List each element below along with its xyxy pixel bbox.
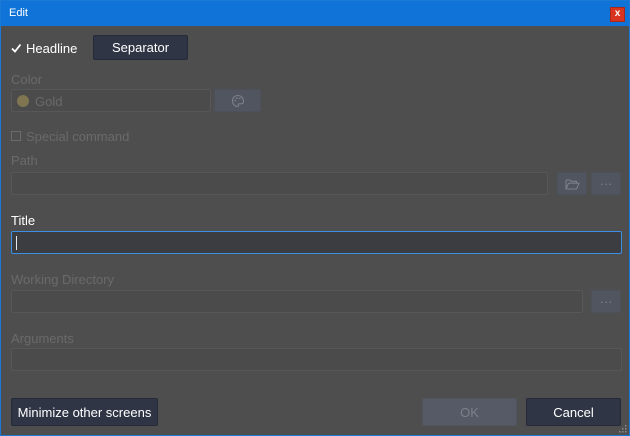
dialog-content: Headline Separator Color Gold Special co… bbox=[1, 26, 629, 435]
headline-checkbox[interactable] bbox=[11, 43, 22, 53]
special-command-label[interactable]: Special command bbox=[26, 129, 129, 144]
checkmark-icon bbox=[11, 43, 22, 53]
path-more-button[interactable]: ··· bbox=[591, 172, 621, 195]
ellipsis-icon: ··· bbox=[599, 176, 613, 191]
cancel-button[interactable]: Cancel bbox=[526, 398, 621, 426]
resize-grip-icon[interactable] bbox=[618, 424, 627, 433]
separator-button[interactable]: Separator bbox=[93, 35, 188, 60]
ellipsis-icon: ··· bbox=[599, 294, 613, 309]
title-label: Title bbox=[11, 213, 36, 228]
window-title: Edit bbox=[9, 7, 28, 19]
path-input[interactable] bbox=[11, 172, 548, 195]
color-swatch bbox=[17, 95, 29, 107]
title-input[interactable] bbox=[11, 231, 622, 254]
headline-label[interactable]: Headline bbox=[26, 41, 77, 56]
text-caret bbox=[16, 236, 17, 250]
working-directory-more-button[interactable]: ··· bbox=[591, 290, 621, 313]
color-label: Color bbox=[11, 72, 43, 87]
working-directory-input[interactable] bbox=[11, 290, 583, 313]
browse-folder-button[interactable] bbox=[557, 172, 587, 195]
arguments-label: Arguments bbox=[11, 331, 74, 346]
color-select[interactable]: Gold bbox=[11, 89, 211, 112]
edit-dialog: Edit x Headline Separator Color Gold Spe… bbox=[0, 0, 630, 436]
minimize-other-screens-button[interactable]: Minimize other screens bbox=[11, 398, 158, 426]
special-command-checkbox[interactable] bbox=[11, 131, 21, 141]
close-button[interactable]: x bbox=[610, 7, 625, 22]
path-label: Path bbox=[11, 153, 38, 168]
ok-button[interactable]: OK bbox=[422, 398, 517, 426]
working-directory-label: Working Directory bbox=[11, 272, 115, 287]
color-value: Gold bbox=[35, 94, 63, 109]
title-bar[interactable]: Edit x bbox=[1, 1, 629, 26]
palette-icon bbox=[231, 94, 244, 107]
arguments-input[interactable] bbox=[11, 348, 622, 371]
color-picker-button[interactable] bbox=[214, 89, 261, 112]
folder-open-icon bbox=[564, 178, 580, 190]
